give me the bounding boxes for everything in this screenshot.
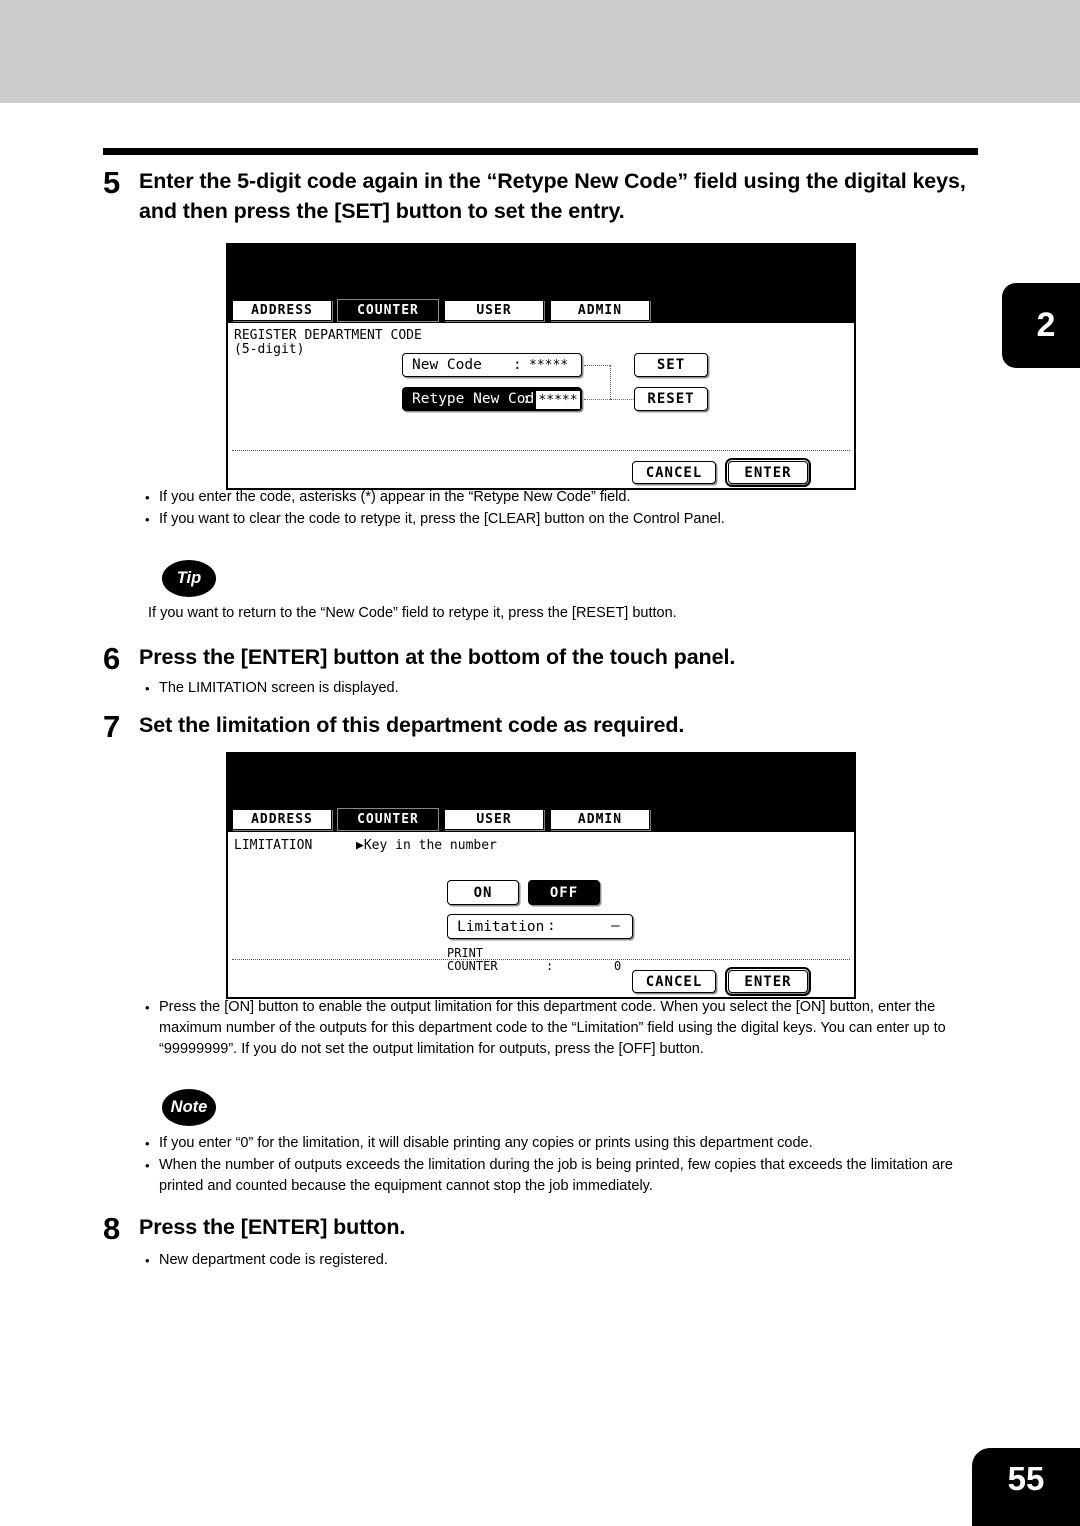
list-item: • New department code is registered. [145, 1250, 995, 1271]
tab-counter[interactable]: COUNTER [337, 808, 439, 831]
step-6: 6 Press the [ENTER] button at the bottom… [103, 642, 983, 676]
cancel-button[interactable]: CANCEL [632, 970, 716, 993]
panel-footer-divider [232, 959, 850, 960]
bullet-dot: • [145, 490, 150, 505]
step-7-bullets: • Press the [ON] button to enable the ou… [145, 997, 991, 1061]
tab-counter[interactable]: COUNTER [337, 299, 439, 322]
reset-button[interactable]: RESET [634, 387, 708, 411]
step-6-bullets: • The LIMITATION screen is displayed. [145, 678, 995, 700]
note-badge: Note [162, 1089, 216, 1126]
new-code-value: ***** [529, 358, 569, 373]
panel-title-line2: (5-digit) [234, 342, 305, 357]
new-code-field[interactable]: New Code : ***** [402, 353, 582, 377]
step-6-number: 6 [103, 641, 121, 676]
bullet-text: If you enter the code, asterisks (*) app… [159, 489, 631, 505]
limitation-hint: ▶Key in the number [356, 838, 497, 853]
limitation-value-field[interactable]: Limitation : – [447, 914, 633, 939]
retype-new-code-colon: : [522, 391, 531, 407]
bullet-text: If you enter “0” for the limitation, it … [159, 1135, 813, 1151]
retype-new-code-field[interactable]: Retype New Code : ***** [402, 387, 582, 411]
panel-body: LIMITATION ▶Key in the number ON OFF Lim… [228, 832, 854, 997]
step-7-title: Set the limitation of this department co… [139, 713, 685, 737]
step-8-bullets: • New department code is registered. [145, 1250, 995, 1272]
bullet-dot: • [145, 1136, 150, 1151]
cancel-button[interactable]: CANCEL [632, 461, 716, 484]
step-5: 5 Enter the 5-digit code again in the “R… [103, 166, 983, 226]
print-counter-value: 0 [614, 959, 622, 973]
limitation-field-colon: : [547, 918, 556, 934]
connector-retype-line [584, 399, 610, 400]
connector-reset-line [610, 399, 636, 400]
tab-address[interactable]: ADDRESS [232, 300, 332, 321]
new-code-label: New Code [412, 357, 482, 373]
panel-tabbar: ADDRESS COUNTER USER ADMIN [228, 808, 854, 832]
chapter-side-tab: 2 [1002, 283, 1080, 368]
bullet-text: The LIMITATION screen is displayed. [159, 680, 399, 696]
tip-badge: Tip [162, 560, 216, 597]
list-item: • Press the [ON] button to enable the ou… [145, 997, 991, 1060]
panel-header-bar [228, 754, 854, 808]
note-bullets: • If you enter “0” for the limitation, i… [145, 1133, 991, 1198]
tab-address[interactable]: ADDRESS [232, 809, 332, 830]
connector-vertical-line [610, 365, 611, 399]
step-8-title: Press the [ENTER] button. [139, 1215, 406, 1239]
step-5-title: Enter the 5-digit code again in the “Ret… [139, 169, 966, 223]
enter-button[interactable]: ENTER [724, 457, 812, 488]
bullet-dot: • [145, 1253, 150, 1268]
bullet-dot: • [145, 512, 150, 527]
bullet-text: Press the [ON] button to enable the outp… [159, 999, 946, 1057]
panel-footer-divider [232, 450, 850, 451]
limitation-panel: ADDRESS COUNTER USER ADMIN LIMITATION ▶K… [226, 752, 856, 999]
new-code-colon: : [513, 357, 522, 373]
page-top-band [0, 0, 1080, 103]
panel-body: REGISTER DEPARTMENT CODE (5-digit) New C… [228, 323, 854, 488]
limitation-off-button[interactable]: OFF [528, 880, 600, 905]
tab-admin[interactable]: ADMIN [550, 300, 650, 321]
step-6-title: Press the [ENTER] button at the bottom o… [139, 645, 736, 669]
panel-tabbar: ADDRESS COUNTER USER ADMIN [228, 299, 854, 323]
panel-title-line1: REGISTER DEPARTMENT CODE [234, 328, 422, 343]
bullet-text: New department code is registered. [159, 1252, 388, 1268]
section-divider-rule [103, 148, 978, 155]
step-7-number: 7 [103, 709, 121, 744]
retype-new-code-value: ***** [535, 390, 581, 410]
limitation-field-value: – [611, 918, 620, 934]
set-button[interactable]: SET [634, 353, 708, 377]
step-5-bullets: • If you enter the code, asterisks (*) a… [145, 487, 995, 531]
limitation-title: LIMITATION [234, 838, 313, 853]
tab-user[interactable]: USER [444, 809, 544, 830]
connector-set-line [584, 365, 610, 366]
print-counter-colon: : [546, 959, 554, 973]
list-item: • The LIMITATION screen is displayed. [145, 678, 995, 699]
step-8: 8 Press the [ENTER] button. [103, 1212, 983, 1246]
bullet-text: If you want to clear the code to retype … [159, 511, 725, 527]
enter-button[interactable]: ENTER [724, 966, 812, 997]
bullet-dot: • [145, 681, 150, 696]
bullet-dot: • [145, 1000, 150, 1015]
tip-text: If you want to return to the “New Code” … [148, 605, 677, 621]
list-item: • If you enter the code, asterisks (*) a… [145, 487, 995, 508]
register-department-code-panel: ADDRESS COUNTER USER ADMIN REGISTER DEPA… [226, 243, 856, 490]
step-7: 7 Set the limitation of this department … [103, 710, 983, 744]
step-8-number: 8 [103, 1211, 121, 1246]
tab-admin[interactable]: ADMIN [550, 809, 650, 830]
page-number: 55 [972, 1448, 1080, 1526]
panel-header-bar [228, 245, 854, 299]
list-item: • If you enter “0” for the limitation, i… [145, 1133, 991, 1154]
list-item: • If you want to clear the code to retyp… [145, 509, 995, 530]
limitation-field-label: Limitation [457, 918, 545, 935]
list-item: • When the number of outputs exceeds the… [145, 1155, 991, 1197]
limitation-on-button[interactable]: ON [447, 880, 519, 905]
step-5-number: 5 [103, 165, 121, 200]
bullet-dot: • [145, 1158, 150, 1173]
bullet-text: When the number of outputs exceeds the l… [159, 1157, 953, 1194]
tab-user[interactable]: USER [444, 300, 544, 321]
print-counter-label-line2: COUNTER [447, 959, 498, 973]
